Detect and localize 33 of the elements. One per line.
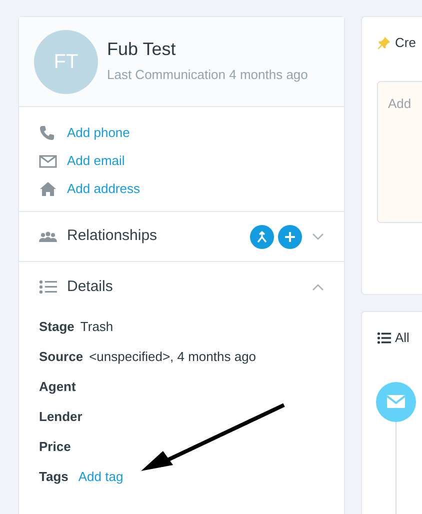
phone-icon [39, 125, 57, 141]
collapse-chevron-icon[interactable] [312, 283, 324, 291]
add-phone-link[interactable]: Add phone [67, 123, 130, 143]
people-icon [39, 228, 57, 244]
field-label: Tags [39, 468, 68, 486]
filter-label[interactable]: All [395, 328, 410, 348]
list-icon [39, 279, 57, 295]
merge-icon [256, 230, 268, 242]
field-value: <unspecified>, 4 months ago [89, 348, 256, 366]
plus-icon [284, 230, 296, 242]
expand-chevron-icon[interactable] [312, 232, 324, 240]
note-field[interactable]: Add [377, 80, 422, 222]
list-icon [377, 330, 391, 345]
field-label: Price [39, 438, 71, 456]
field-label: Source [39, 348, 84, 366]
pin-icon [377, 36, 391, 50]
field-value: Trash [80, 318, 114, 336]
add-address-link[interactable]: Add address [67, 179, 140, 199]
add-button[interactable] [278, 224, 302, 248]
merge-button[interactable] [250, 224, 274, 248]
envelope-icon [39, 153, 57, 169]
section-title[interactable]: Details [67, 276, 113, 298]
note-title: Cre [395, 34, 416, 52]
last-communication: Last Communication 4 months ago [107, 66, 308, 84]
field-label: Agent [39, 378, 76, 396]
field-label: Stage [39, 318, 74, 336]
section-title[interactable]: Relationships [67, 225, 158, 248]
field-label: Lender [39, 408, 82, 426]
house-icon [39, 181, 57, 197]
contact-name: Fub Test [107, 38, 177, 62]
add-tag-link[interactable]: Add tag [78, 467, 124, 487]
add-email-link[interactable]: Add email [67, 151, 125, 171]
avatar: FT [34, 30, 98, 94]
